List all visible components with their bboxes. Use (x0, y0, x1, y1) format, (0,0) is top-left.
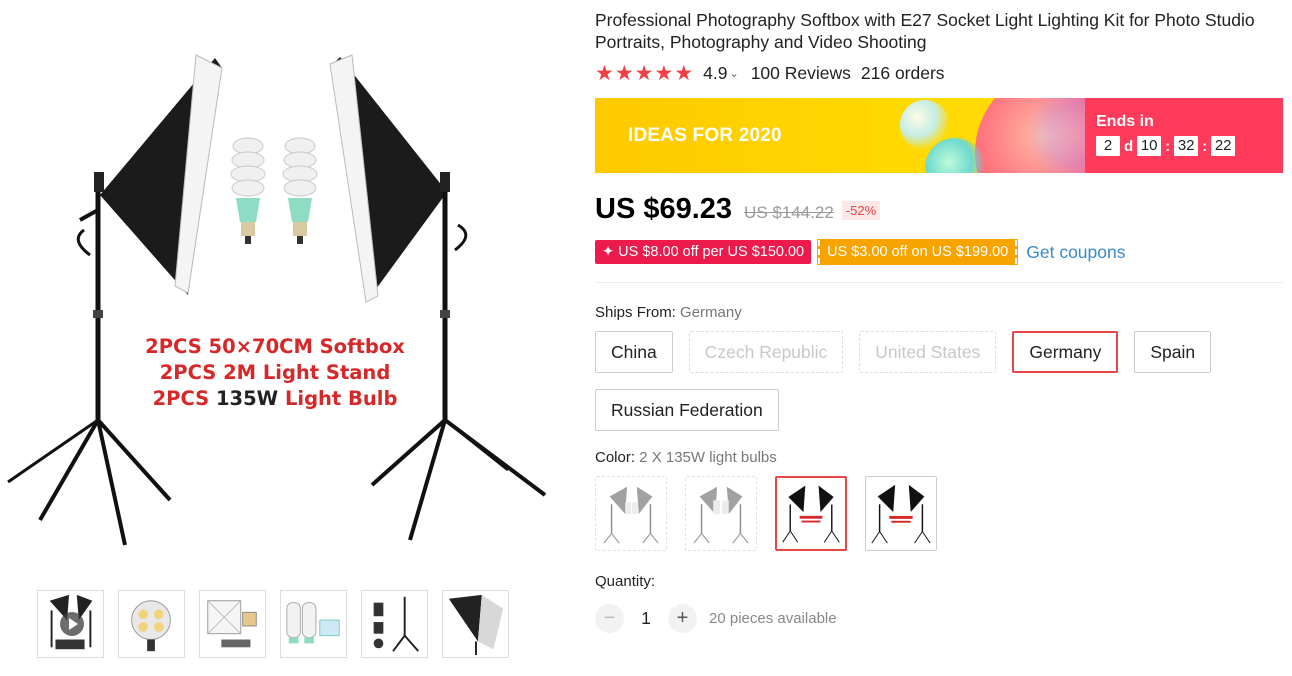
current-price: US $69.23 (595, 193, 733, 225)
coupon-row: ✦ US $8.00 off per US $150.00 US $3.00 o… (595, 239, 1285, 265)
thumbnail-stand-parts[interactable] (361, 590, 428, 658)
color-swatch-2[interactable] (685, 476, 757, 551)
promo-line-bulb: 2PCS 135W Light Bulb (120, 386, 430, 412)
star-icon: ★ (654, 61, 674, 85)
promo-line-bulb-qty: 2PCS (152, 387, 216, 410)
countdown-days-unit: d (1124, 137, 1134, 155)
thumbnail-socket[interactable] (118, 590, 185, 658)
play-icon[interactable] (60, 612, 84, 636)
ship-option-czech-republic[interactable]: Czech Republic (688, 331, 844, 373)
divider (595, 282, 1283, 283)
ship-option-united-states[interactable]: United States (859, 331, 997, 373)
ends-in-label: Ends in (1096, 113, 1154, 130)
countdown-timer: Ends in 2 d 10 : 32 : 22 (1085, 98, 1283, 173)
color-value: 2 X 135W light bulbs (639, 449, 777, 466)
quantity-increase-button[interactable]: + (668, 604, 697, 633)
promo-line-bulb-tail: Light Bulb (278, 387, 398, 410)
countdown-days: 2 (1096, 136, 1120, 156)
softbox-kit-illustration (7, 54, 547, 546)
color-swatch-1[interactable] (595, 476, 667, 551)
thumbnail-strip (37, 590, 509, 658)
get-coupons-link[interactable]: Get coupons (1026, 242, 1125, 263)
original-price: US $144.22 (744, 203, 834, 222)
price-row: US $69.23 US $144.22 -52% (595, 193, 1285, 226)
countdown-minutes: 32 (1174, 136, 1199, 156)
color-swatch-4[interactable] (865, 476, 937, 551)
product-info: Professional Photography Softbox with E2… (595, 0, 1285, 633)
stock-available: 20 pieces available (709, 610, 837, 627)
ships-from-options: China Czech Republic United States Germa… (595, 331, 1285, 431)
chevron-down-icon[interactable]: ⌄ (729, 67, 738, 80)
ships-from-label: Ships From: Germany (595, 304, 742, 321)
countdown-seconds: 22 (1211, 136, 1236, 156)
star-icon: ★ (634, 61, 654, 85)
ship-option-russian-federation[interactable]: Russian Federation (595, 389, 779, 431)
product-title: Professional Photography Softbox with E2… (595, 10, 1255, 52)
star-icon: ★ (614, 61, 634, 85)
promo-caption: 2PCS 50×70CM Softbox 2PCS 2M Light Stand… (120, 334, 430, 412)
promo-line-stand: 2PCS 2M Light Stand (159, 361, 391, 384)
ship-option-germany[interactable]: Germany (1012, 331, 1119, 373)
ships-from-value: Germany (680, 304, 742, 321)
banner-title: IDEAS FOR 2020 (628, 125, 782, 146)
orders-count: 216 orders (860, 62, 945, 83)
quantity-decrease-button[interactable]: − (595, 604, 624, 633)
main-product-image[interactable]: 2PCS 50×70CM Softbox 2PCS 2M Light Stand… (0, 0, 560, 580)
discount-badge: -52% (841, 201, 881, 220)
color-swatch-3[interactable] (775, 476, 847, 551)
star-rating: ★ ★ ★ ★ ★ (595, 63, 693, 84)
store-coupon[interactable]: ✦ US $8.00 off per US $150.00 (595, 240, 812, 264)
promo-line-bulb-watt: 135W (215, 387, 279, 410)
thumbnail-softbox-side[interactable] (442, 590, 509, 658)
star-icon: ★ (595, 61, 614, 85)
star-icon: ★ (674, 61, 694, 85)
ship-option-china[interactable]: China (595, 331, 673, 373)
promo-banner[interactable]: IDEAS FOR 2020 Ends in 2 d 10 : 32 : 22 (595, 98, 1283, 173)
thumbnail-video[interactable] (37, 590, 104, 658)
rating-value[interactable]: 4.9 (703, 63, 727, 84)
countdown-hours: 10 (1137, 136, 1162, 156)
quantity-stepper: − 1 + 20 pieces available (595, 604, 1285, 633)
quantity-label: Quantity: (595, 573, 656, 590)
color-label: Color: 2 X 135W light bulbs (595, 449, 777, 466)
color-options (595, 476, 1285, 551)
thumbnail-bulbs[interactable] (280, 590, 347, 658)
thumbnail-softbox[interactable] (199, 590, 266, 658)
promo-line-softbox: 2PCS 50×70CM Softbox (145, 335, 405, 358)
rating-row: ★ ★ ★ ★ ★ 4.9 ⌄ 100 Reviews 216 orders (595, 58, 1285, 88)
ship-option-spain[interactable]: Spain (1134, 331, 1212, 373)
select-coupon[interactable]: US $3.00 off on US $199.00 (817, 239, 1019, 265)
reviews-link[interactable]: 100 Reviews (751, 63, 851, 84)
quantity-input[interactable]: 1 (624, 608, 668, 629)
